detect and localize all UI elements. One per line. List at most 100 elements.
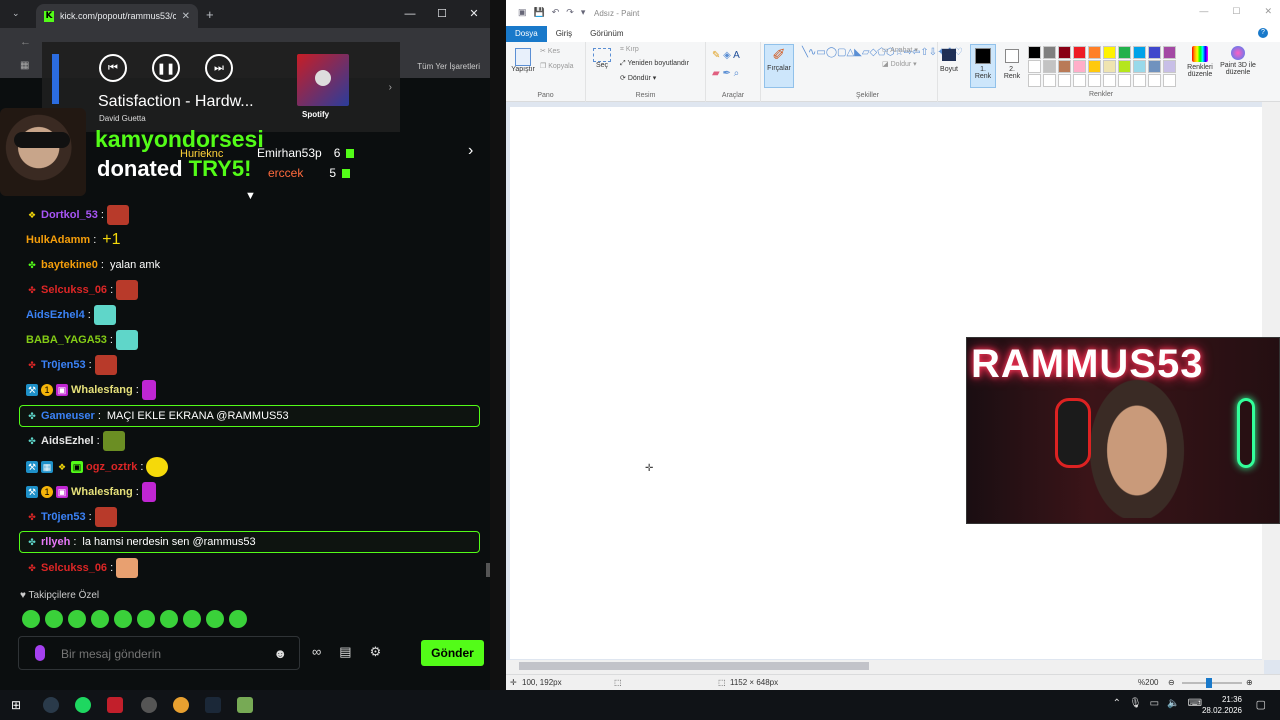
pause-icon[interactable]: ❚❚ (152, 54, 180, 82)
color-swatch[interactable] (1088, 60, 1101, 73)
resize-button[interactable]: ⤢ Yeniden boyutlandır (620, 60, 689, 68)
chat-message-input[interactable] (61, 644, 261, 664)
copy-button[interactable]: ❐ Kopyala (540, 62, 574, 70)
custom-color-swatch[interactable] (1103, 74, 1116, 87)
language-icon[interactable]: ⌨ (1188, 698, 1202, 709)
network-icon[interactable]: ▭ (1150, 698, 1159, 709)
chat-username[interactable]: Dortkol_53 (41, 209, 98, 221)
volume-bar[interactable] (52, 54, 59, 104)
cut-button[interactable]: ✂ Kes (540, 47, 560, 55)
maximize-icon[interactable]: ☐ (426, 0, 458, 28)
tray-expand-icon[interactable]: ⌃ (1113, 698, 1121, 709)
spotify-icon[interactable] (75, 697, 91, 713)
emote-icon[interactable] (45, 610, 63, 628)
fill-button[interactable]: ◪ Doldur ▾ (882, 60, 917, 68)
color-swatch[interactable] (1073, 60, 1086, 73)
emote-icon[interactable] (160, 610, 178, 628)
zoom-slider-thumb[interactable] (1206, 678, 1212, 688)
emote-icon[interactable] (229, 610, 247, 628)
rotate-button[interactable]: ⟳ Döndür ▾ (620, 74, 656, 82)
leaderboard-next-icon[interactable]: › (468, 142, 473, 160)
color-swatch[interactable] (1118, 60, 1131, 73)
close-icon[interactable]: ✕ (458, 0, 490, 28)
emote-icon[interactable] (91, 610, 109, 628)
send-button[interactable]: Gönder (421, 640, 484, 666)
chat-username[interactable]: Tr0jen53 (41, 359, 86, 371)
customize-chevron-icon[interactable]: ▾ (581, 7, 586, 18)
edit-colors-button[interactable]: Renkleri düzenle (1182, 46, 1218, 78)
infinity-icon[interactable]: ∞ (312, 644, 321, 660)
settings-gear-icon[interactable]: ⚙ (370, 644, 382, 660)
custom-color-swatch[interactable] (1133, 74, 1146, 87)
windows-start-icon[interactable]: ⊞ (8, 697, 24, 713)
scroll-thumb[interactable] (519, 662, 869, 670)
select-button[interactable]: Seç (591, 48, 613, 69)
back-icon[interactable]: ← (20, 36, 31, 48)
color-swatch[interactable] (1043, 60, 1056, 73)
chevron-right-icon[interactable]: › (389, 82, 392, 93)
custom-color-swatch[interactable] (1163, 74, 1176, 87)
chat-username[interactable]: AidsEzhel4 (26, 309, 85, 321)
custom-color-swatch[interactable] (1148, 74, 1161, 87)
app-icon[interactable] (237, 697, 253, 713)
minimize-icon[interactable]: — (394, 0, 426, 28)
notifications-icon[interactable]: ▢ (1256, 698, 1266, 711)
brushes-button[interactable]: ✐ Fırçalar (764, 44, 794, 88)
chat-username[interactable]: Whalesfang (71, 486, 133, 498)
undo-icon[interactable]: ↶ (552, 7, 560, 18)
color-swatch[interactable] (1058, 46, 1071, 59)
next-track-icon[interactable]: ⏭ (205, 54, 233, 82)
color-swatch[interactable] (1103, 60, 1116, 73)
custom-color-swatch[interactable] (1088, 74, 1101, 87)
close-tab-icon[interactable]: ✕ (182, 11, 190, 22)
browser-tab[interactable]: K kick.com/popout/rammus53/ch ✕ (36, 4, 198, 28)
emote-icon[interactable] (137, 610, 155, 628)
color-swatch[interactable] (1133, 60, 1146, 73)
chrome-icon[interactable] (173, 697, 189, 713)
voicemeeter-icon[interactable] (107, 697, 123, 713)
tab-search-icon[interactable]: ⌄ (12, 8, 20, 19)
zoom-out-icon[interactable]: ⊖ (1168, 678, 1175, 687)
color-swatch[interactable] (1148, 46, 1161, 59)
tab-view[interactable]: Görünüm (581, 26, 632, 42)
new-tab-icon[interactable]: + (206, 7, 214, 22)
chat-username[interactable]: Gameuser (41, 410, 95, 422)
paste-button[interactable]: Yapıştır (511, 48, 535, 73)
emote-icon[interactable] (68, 610, 86, 628)
color-swatch[interactable] (1088, 46, 1101, 59)
outline-button[interactable]: ▭ Anahat ▾ (882, 46, 918, 54)
size-button[interactable]: ▬ ▬ ▬ Boyut (938, 41, 960, 73)
emote-icon[interactable] (22, 610, 40, 628)
color-swatch[interactable] (1163, 46, 1176, 59)
zoom-in-icon[interactable]: ⊕ (1246, 678, 1253, 687)
maximize-icon[interactable]: ☐ (1232, 6, 1240, 17)
color1-button[interactable]: 1. Renk (970, 44, 996, 88)
chat-username[interactable]: AidsEzhel (41, 435, 94, 447)
fill-bucket-icon[interactable]: ◈ (723, 50, 731, 61)
help-icon[interactable]: ? (1258, 28, 1268, 38)
custom-color-swatch[interactable] (1073, 74, 1086, 87)
emote-icon[interactable] (114, 610, 132, 628)
redo-icon[interactable]: ↷ (566, 7, 574, 18)
minimize-icon[interactable]: — (1199, 6, 1208, 17)
paint3d-button[interactable]: Paint 3D ile düzenle (1218, 46, 1258, 76)
color-swatch[interactable] (1028, 60, 1041, 73)
steam-icon[interactable] (205, 697, 221, 713)
app-icon[interactable] (141, 697, 157, 713)
volume-icon[interactable]: 🔈 (1167, 698, 1179, 709)
previous-track-icon[interactable]: ⏮ (99, 54, 127, 82)
chat-username[interactable]: ogz_oztrk (86, 461, 137, 473)
save-icon[interactable]: 💾 (534, 7, 545, 18)
emote-icon[interactable] (183, 610, 201, 628)
all-bookmarks[interactable]: Tüm Yer İşaretleri (417, 62, 480, 71)
microphone-tray-icon[interactable]: 🎙 (1129, 698, 1142, 709)
horizontal-scrollbar[interactable] (506, 660, 1264, 674)
tab-home[interactable]: Giriş (547, 26, 581, 42)
color-swatch[interactable] (1028, 46, 1041, 59)
chat-username[interactable]: BABA_YAGA53 (26, 334, 107, 346)
chat-username[interactable]: rllyeh (41, 536, 70, 548)
color-picker-icon[interactable]: ✒ (722, 68, 730, 79)
chat-username[interactable]: Selcukss_06 (41, 562, 107, 574)
eraser-icon[interactable]: ▰ (712, 68, 720, 79)
color-swatch[interactable] (1148, 60, 1161, 73)
